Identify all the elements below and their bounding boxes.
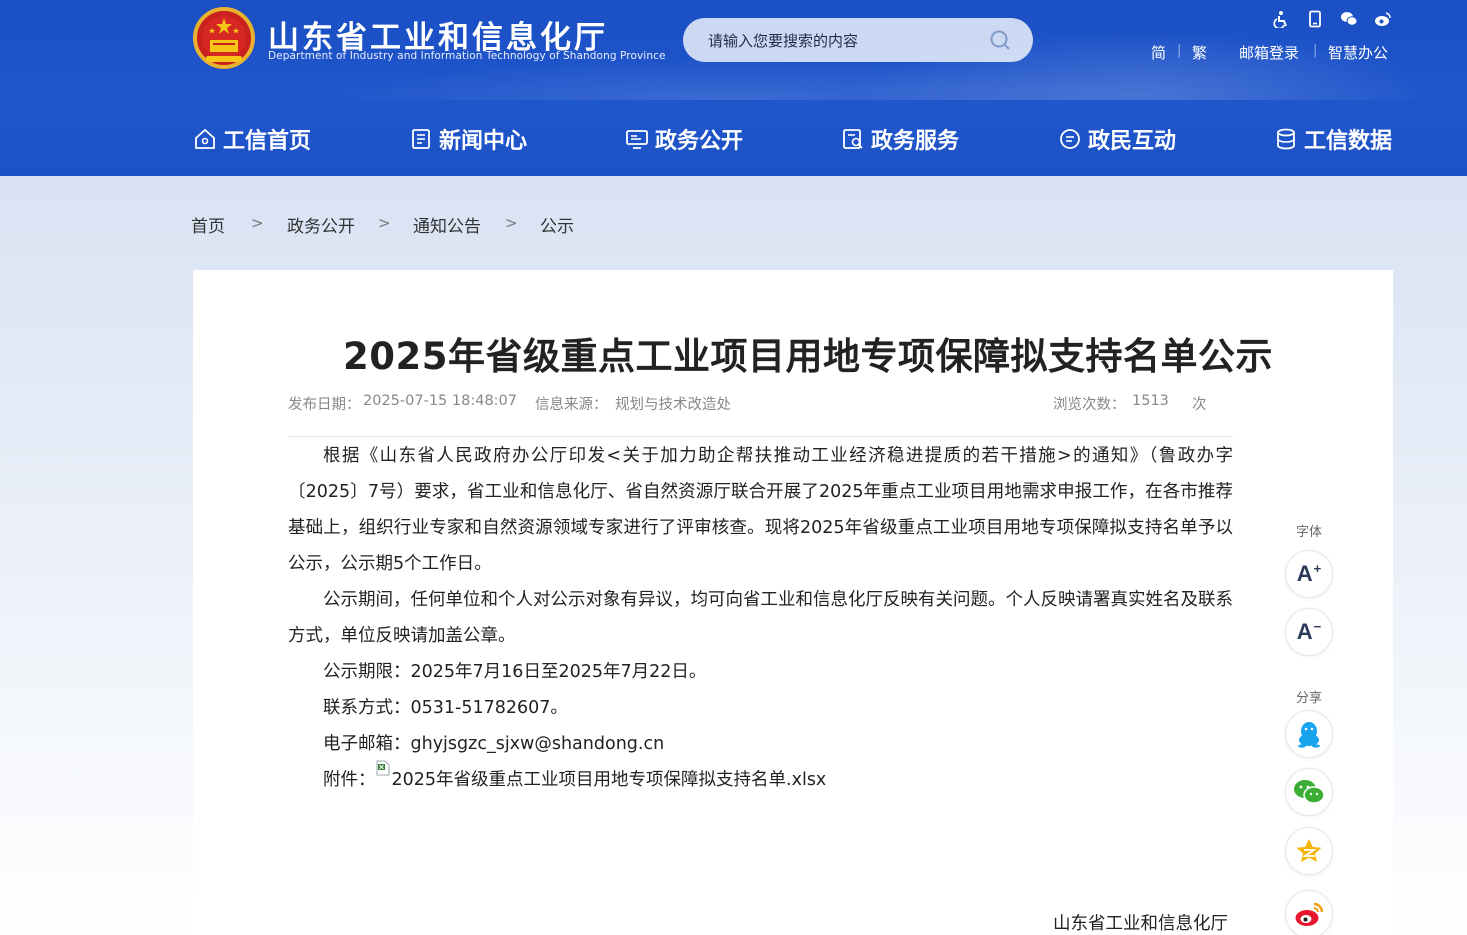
weibo-icon[interactable]	[1374, 10, 1392, 28]
breadcrumb-home[interactable]: 首页	[191, 212, 225, 237]
nav-label: 工信数据	[1304, 129, 1393, 154]
weibo-share-icon	[1295, 902, 1324, 926]
attachment-link[interactable]: 2025年省级重点工业项目用地专项保障拟支持名单.xlsx	[392, 770, 827, 790]
breadcrumb-notices[interactable]: 通知公告	[413, 212, 481, 237]
breadcrumb: 首页 > 政务公开 > 通知公告 > 公示	[191, 212, 611, 237]
traditional-chinese-link[interactable]: 繁	[1192, 42, 1207, 63]
email-info: 电子邮箱：ghyjsgzc_sjxw@shandong.cn	[323, 734, 665, 754]
main-nav: 工信首页 新闻中心 政务公开 政务服务 政民互动 工信数据	[0, 104, 1467, 176]
font-decrease-mark: −	[1313, 618, 1322, 634]
mobile-icon[interactable]	[1306, 10, 1324, 28]
nav-item-interaction[interactable]: 政民互动	[1058, 124, 1176, 154]
site-subtitle: Department of Industry and Information T…	[268, 50, 666, 62]
font-size-label: 字体	[1295, 525, 1322, 540]
database-icon	[1277, 128, 1295, 150]
nav-item-news[interactable]: 新闻中心	[409, 124, 527, 154]
signature: 山东省工业和信息化厅	[1053, 914, 1228, 934]
nav-item-data[interactable]: 工信数据	[1274, 124, 1392, 154]
article-title: 2025年省级重点工业项目用地专项保障拟支持名单公示	[343, 335, 1273, 378]
font-increase-mark: +	[1313, 560, 1322, 576]
search-icon[interactable]	[989, 29, 1011, 51]
share-qq-button[interactable]	[1285, 710, 1333, 758]
view-count: 1513	[1132, 393, 1169, 409]
views-label: 浏览次数：	[1053, 397, 1126, 413]
monitor-icon	[626, 130, 648, 149]
contact-info: 联系方式：0531-51782607。	[323, 698, 568, 718]
attachment-row: 附件： 2025年省级重点工业项目用地专项保障拟支持名单.xlsx	[288, 760, 1233, 798]
link-separator: |	[1177, 43, 1182, 58]
share-qzone-button[interactable]	[1285, 827, 1333, 875]
service-icon	[843, 129, 863, 149]
nav-label: 政务公开	[655, 129, 744, 154]
nav-label: 政务服务	[871, 129, 960, 154]
breadcrumb-gov-info[interactable]: 政务公开	[287, 212, 355, 237]
breadcrumb-separator: >	[378, 214, 391, 232]
nav-item-gov-service[interactable]: 政务服务	[841, 124, 959, 154]
home-icon	[195, 128, 215, 149]
wechat-icon[interactable]	[1340, 10, 1358, 28]
excel-file-icon	[376, 760, 389, 776]
font-decrease-button[interactable]: A −	[1285, 608, 1333, 656]
font-decrease-glyph: A	[1296, 619, 1313, 644]
publicity-period: 公示期限：2025年7月16日至2025年7月22日。	[323, 662, 707, 682]
nav-label: 政民互动	[1088, 129, 1177, 154]
share-wechat-button[interactable]	[1285, 768, 1333, 816]
news-icon	[412, 129, 430, 149]
top-icon-bar	[1272, 10, 1397, 30]
nav-item-home[interactable]: 工信首页	[193, 124, 311, 154]
accessibility-icon[interactable]	[1272, 10, 1290, 30]
attachment-label: 附件：	[323, 770, 376, 790]
views-unit: 次	[1192, 397, 1207, 413]
nav-label: 新闻中心	[439, 129, 528, 154]
wechat-share-icon	[1294, 780, 1325, 804]
smart-office-link[interactable]: 智慧办公	[1328, 42, 1388, 63]
share-label: 分享	[1295, 691, 1322, 706]
national-emblem-logo[interactable]	[192, 6, 256, 72]
mail-login-link[interactable]: 邮箱登录	[1239, 42, 1299, 63]
font-increase-button[interactable]: A +	[1285, 550, 1333, 598]
paragraph: 根据《山东省人民政府办公厅印发<关于加力助企帮扶推动工业经济稳进提质的若干措施>…	[288, 446, 1233, 574]
top-links: 简 | 繁 邮箱登录 | 智慧办公	[1150, 42, 1393, 64]
nav-label: 工信首页	[223, 129, 312, 154]
simplified-chinese-link[interactable]: 简	[1151, 42, 1166, 63]
qq-icon	[1298, 722, 1320, 748]
breadcrumb-publicity[interactable]: 公示	[540, 212, 574, 237]
source: 规划与技术改造处	[615, 397, 731, 413]
font-increase-glyph: A	[1296, 561, 1313, 586]
search-input[interactable]: 请输入您要搜索的内容	[708, 30, 858, 51]
nav-item-gov-info[interactable]: 政务公开	[625, 124, 743, 154]
search-box[interactable]: 请输入您要搜索的内容	[683, 18, 1033, 62]
source-label: 信息来源：	[535, 397, 608, 413]
article-container: 2025年省级重点工业项目用地专项保障拟支持名单公示 发布日期： 2025-07…	[193, 270, 1393, 935]
link-separator: |	[1313, 43, 1318, 58]
publish-date-label: 发布日期：	[288, 397, 361, 413]
site-header: 山东省工业和信息化厅 Department of Industry and In…	[0, 0, 1467, 176]
chat-icon	[1060, 129, 1080, 149]
share-weibo-button[interactable]	[1285, 890, 1333, 935]
breadcrumb-separator: >	[505, 214, 518, 232]
qzone-icon	[1296, 839, 1322, 862]
side-toolbar: 字体 A + A − 分享	[1284, 518, 1334, 935]
paragraph: 公示期间，任何单位和个人对公示对象有异议，均可向省工业和信息化厅反映有关问题。个…	[288, 590, 1233, 646]
publish-date: 2025-07-15 18:48:07	[363, 393, 517, 409]
breadcrumb-separator: >	[251, 214, 264, 232]
article-body: 根据《山东省人民政府办公厅印发<关于加力助企帮扶推动工业经济稳进提质的若干措施>…	[288, 438, 1233, 798]
divider	[288, 436, 1233, 437]
